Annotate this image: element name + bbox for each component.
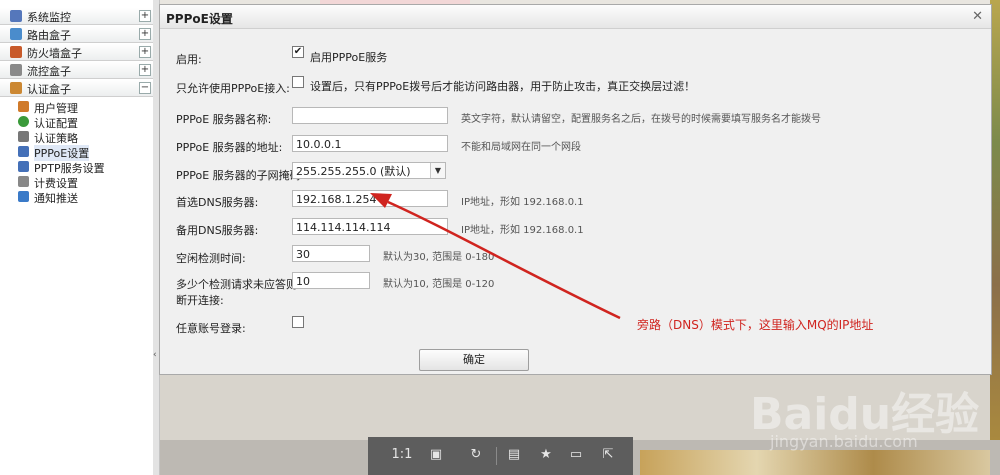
sidebar-item-auth-policy[interactable]: 认证策略 — [18, 129, 148, 145]
server-name-input[interactable] — [292, 107, 448, 124]
sidebar-group-label: 路由盒子 — [27, 29, 71, 42]
image-viewer-toolbar: 1:1 ▣ ↻ ▤ ★ ▭ ⇱ — [368, 437, 633, 475]
billing-icon — [18, 176, 29, 187]
chevron-left-icon[interactable]: ‹ — [153, 350, 157, 360]
expand-icon[interactable]: + — [139, 46, 151, 58]
expand-icon[interactable]: + — [139, 10, 151, 22]
annotation-text: 旁路（DNS）模式下，这里输入MQ的IP地址 — [637, 318, 874, 332]
subnet-mask-select[interactable]: 255.255.255.0 (默认) ▼ — [292, 162, 446, 179]
server-name-hint: 英文字符，默认请留空，配置服务名之后，在拨号的时候需要填写服务名才能拨号 — [461, 114, 821, 125]
speaker-icon — [18, 191, 29, 202]
primary-dns-label: 首选DNS服务器: — [176, 196, 259, 209]
retry-label-line2: 断开连接: — [176, 294, 224, 307]
sidebar-item-billing-settings[interactable]: 计费设置 — [18, 174, 148, 190]
restrict-checkbox[interactable] — [292, 76, 304, 88]
any-account-login-label: 任意账号登录: — [176, 322, 246, 335]
dialog-title: PPPoE设置 — [166, 12, 233, 26]
server-name-label: PPPoE 服务器名称: — [176, 113, 272, 126]
toolbar-separator — [496, 447, 497, 465]
primary-dns-input[interactable]: 192.168.1.254 — [292, 190, 448, 207]
secondary-dns-input[interactable]: 114.114.114.114 — [292, 218, 448, 235]
idle-check-input[interactable]: 30 — [292, 245, 370, 262]
retry-count-hint: 默认为10, 范围是 0-120 — [383, 279, 495, 290]
expand-icon[interactable]: + — [139, 64, 151, 76]
subnet-mask-label: PPPoE 服务器的子网掩码: — [176, 169, 305, 182]
firewall-icon — [10, 46, 22, 58]
server-address-label: PPPoE 服务器的地址: — [176, 141, 283, 154]
enable-text: 启用PPPoE服务 — [310, 51, 388, 64]
enable-checkbox[interactable]: ✔ — [292, 46, 304, 58]
expand-icon[interactable]: + — [139, 28, 151, 40]
secondary-dns-label: 备用DNS服务器: — [176, 224, 259, 237]
fit-to-window-icon[interactable]: ▣ — [428, 447, 444, 463]
sidebar-group-label: 流控盒子 — [27, 65, 71, 78]
server-address-input[interactable]: 10.0.0.1 — [292, 135, 448, 152]
secondary-dns-hint: IP地址，形如 192.168.0.1 — [461, 225, 584, 236]
sidebar: 系统监控 + 路由盒子 + 防火墙盒子 + 流控盒子 + 认证盒子 − 用户管理… — [0, 0, 154, 475]
idle-check-label: 空闲检测时间: — [176, 252, 246, 265]
dialog-header: PPPoE设置 ✕ — [160, 5, 991, 29]
sidebar-item-auth-config[interactable]: 认证配置 — [18, 114, 148, 130]
idle-check-hint: 默认为30, 范围是 0-180 — [383, 252, 495, 263]
sidebar-group-label: 防火墙盒子 — [27, 47, 82, 60]
rotate-icon[interactable]: ↻ — [468, 447, 484, 463]
subnet-mask-value: 255.255.255.0 (默认) — [296, 165, 411, 178]
server-address-hint: 不能和局域网在同一个网段 — [461, 142, 581, 153]
network-icon — [18, 161, 29, 172]
sidebar-item-user-management[interactable]: 用户管理 — [18, 99, 148, 115]
sidebar-group-label: 系统监控 — [27, 11, 71, 24]
sidebar-item-pppoe-settings[interactable]: PPPoE设置 — [18, 144, 148, 161]
sidebar-item-notification-push[interactable]: 通知推送 — [18, 189, 148, 205]
retry-label-line1: 多少个检测请求未应答则 — [176, 278, 297, 291]
screen-icon[interactable]: ▭ — [568, 447, 584, 463]
sidebar-group-auth-box[interactable]: 认证盒子 − — [0, 80, 153, 97]
sidebar-item-pptp-settings[interactable]: PPTP服务设置 — [18, 159, 148, 175]
sidebar-group-flow-control-box[interactable]: 流控盒子 + — [0, 62, 153, 79]
primary-dns-hint: IP地址，形如 192.168.0.1 — [461, 197, 584, 208]
sidebar-group-system-monitor[interactable]: 系统监控 + — [0, 8, 153, 25]
watermark-url: jingyan.baidu.com — [770, 432, 918, 451]
ok-button[interactable]: 确定 — [419, 349, 529, 371]
auth-icon — [10, 82, 22, 94]
chevron-down-icon[interactable]: ▼ — [430, 163, 445, 178]
collapse-icon[interactable]: − — [139, 82, 151, 94]
share-icon[interactable]: ⇱ — [600, 447, 616, 463]
sidebar-group-firewall-box[interactable]: 防火墙盒子 + — [0, 44, 153, 61]
background-image-strip — [640, 450, 990, 475]
restrict-text: 设置后，只有PPPoE拨号后才能访问路由器，用于防止攻击，真正交换层过滤！ — [310, 80, 696, 93]
network-icon — [18, 146, 29, 157]
router-icon — [10, 28, 22, 40]
monitor-icon — [10, 10, 22, 22]
config-icon — [18, 116, 29, 127]
zoom-actual-size-button[interactable]: 1:1 — [390, 447, 414, 463]
policy-icon — [18, 131, 29, 142]
favorite-icon[interactable]: ★ — [538, 447, 554, 463]
flow-control-icon — [10, 64, 22, 76]
sidebar-group-label: 认证盒子 — [27, 83, 71, 96]
close-icon[interactable]: ✕ — [972, 9, 983, 24]
any-account-login-checkbox[interactable] — [292, 316, 304, 328]
save-icon[interactable]: ▤ — [506, 447, 522, 463]
enable-label: 启用: — [176, 53, 202, 66]
restrict-label: 只允许使用PPPoE接入: — [176, 82, 290, 95]
users-icon — [18, 101, 29, 112]
sidebar-item-label: 通知推送 — [34, 192, 78, 205]
retry-count-input[interactable]: 10 — [292, 272, 370, 289]
sidebar-group-router-box[interactable]: 路由盒子 + — [0, 26, 153, 43]
